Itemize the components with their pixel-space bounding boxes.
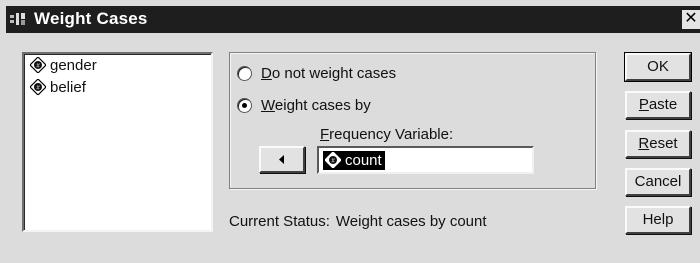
help-label: Help [642,211,674,228]
status-label: Current Status: [229,213,330,230]
numeric-variable-icon: # [30,57,46,73]
frequency-variable-field[interactable]: # count [317,146,534,174]
dialog-title: Weight Cases [34,9,148,28]
radio-label: Do not weight cases [261,65,397,82]
transfer-variable-button[interactable] [259,146,305,173]
radio-do-not-weight[interactable]: Do not weight cases [237,65,396,82]
current-status: Current Status: Weight cases by count [229,213,487,230]
reset-button[interactable]: Reset [625,130,691,158]
ok-button[interactable]: OK [624,52,692,82]
title-bar[interactable]: Weight Cases ✕ [6,6,700,33]
frequency-variable-label: Frequency Variable: [320,126,454,143]
close-button[interactable]: ✕ [682,10,700,29]
ok-label: OK [647,58,669,75]
paste-label: Paste [638,96,678,113]
cancel-button[interactable]: Cancel [625,168,691,196]
list-item[interactable]: # belief [24,76,211,98]
weight-cases-dialog: Weight Cases ✕ # gender # belief Do not … [0,0,700,263]
numeric-variable-icon: # [325,152,341,168]
radio-weight-cases-by[interactable]: Weight cases by [237,97,371,114]
help-button[interactable]: Help [625,206,691,234]
status-value: Weight cases by count [335,213,487,230]
paste-button[interactable]: Paste [625,91,691,119]
reset-label: Reset [638,135,678,152]
cancel-label: Cancel [634,173,682,190]
radio-button[interactable] [237,66,252,81]
variable-label: belief [50,78,86,96]
close-icon: ✕ [684,10,698,27]
frequency-variable-value: count [345,151,382,169]
variable-list[interactable]: # gender # belief [22,52,213,232]
numeric-variable-icon: # [30,79,46,95]
radio-button[interactable] [237,98,252,113]
spss-app-icon [10,13,25,25]
radio-label: Weight cases by [261,97,371,114]
list-item[interactable]: # gender [24,54,211,76]
variable-label: gender [50,56,97,74]
arrow-left-icon [279,155,284,164]
frequency-variable-selected[interactable]: # count [323,150,385,170]
